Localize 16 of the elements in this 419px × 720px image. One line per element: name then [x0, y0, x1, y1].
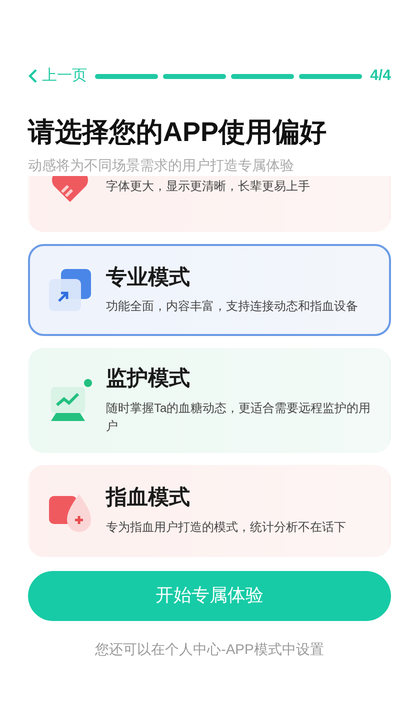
settings-hint: 您还可以在个人中心-APP模式中设置: [94, 640, 325, 658]
window-icon: [47, 267, 93, 314]
mode-card[interactable]: 字体更大，显示更清晰，长辈更易上手: [28, 176, 391, 232]
mode-description: 字体更大，显示更清晰，长辈更易上手: [106, 178, 310, 196]
mode-description: 随时掌握Ta的血糖动态，更适合需要远程监护的用户: [106, 400, 372, 434]
mode-card[interactable]: 专业模式 功能全面，内容丰富，支持连接动态和指血设备: [28, 244, 391, 336]
page-title: 请选择您的APP使用偏好: [28, 116, 328, 148]
mode-card[interactable]: 监护模式 随时掌握Ta的血糖动态，更适合需要远程监护的用户: [28, 348, 391, 452]
mode-title: 指血模式: [106, 485, 191, 512]
mode-card[interactable]: 指血模式 专为指血用户打造的模式，统计分析不在话下: [28, 464, 391, 556]
page-indicator: 4/4: [370, 66, 391, 86]
mode-title: 监护模式: [106, 366, 191, 392]
mode-description: 专为指血用户打造的模式，统计分析不在话下: [106, 518, 346, 536]
back-icon: [28, 68, 38, 84]
mode-title: 专业模式: [106, 265, 191, 292]
mode-description: 功能全面，内容丰富，支持连接动态和指血设备: [106, 298, 358, 316]
